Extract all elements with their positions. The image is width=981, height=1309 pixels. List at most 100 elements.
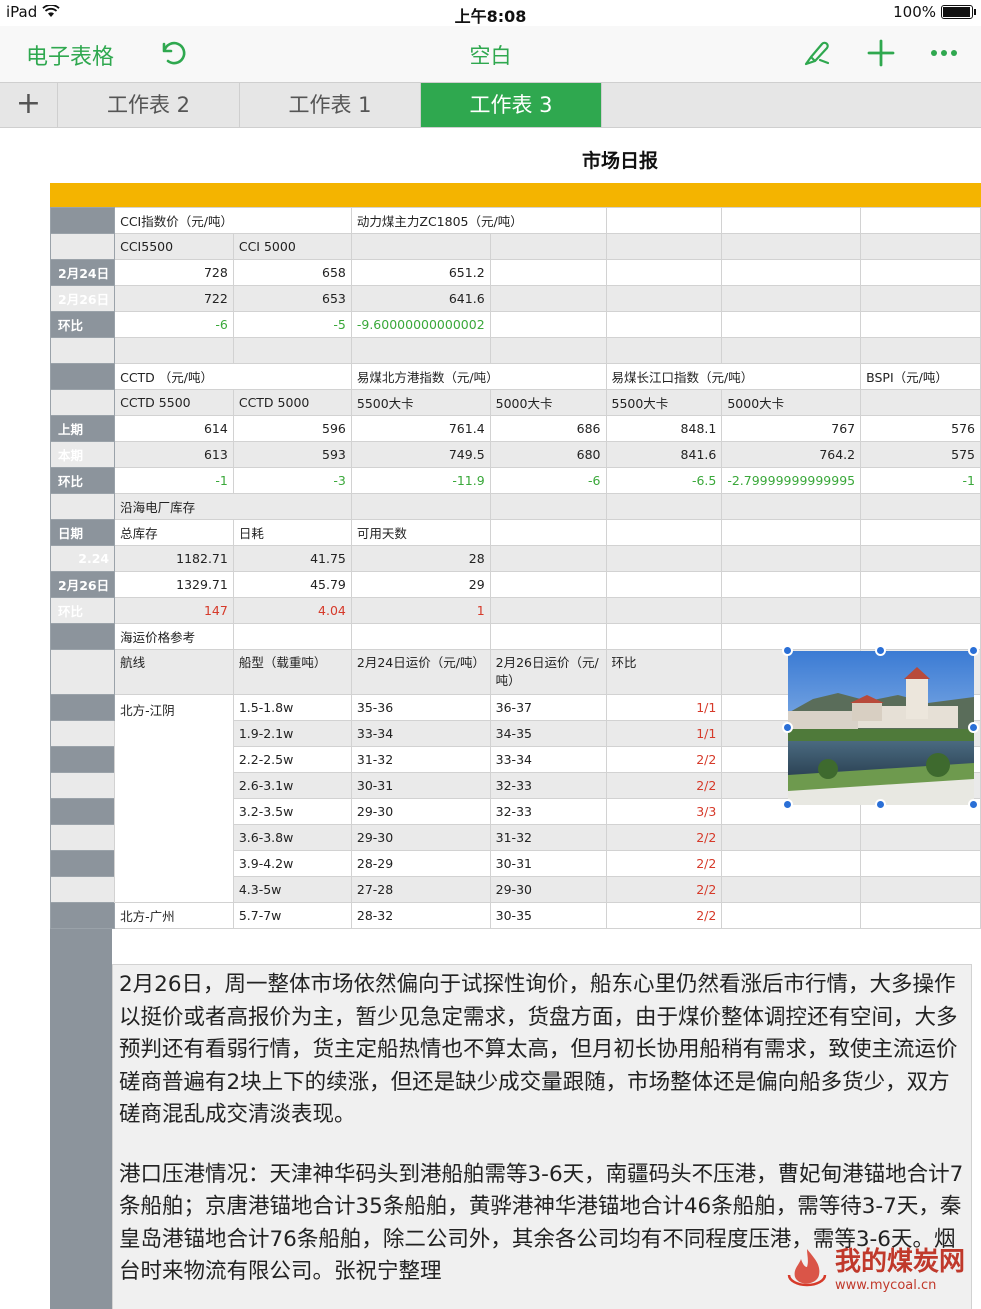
row-header[interactable]	[49, 694, 116, 721]
cell[interactable]: 614	[114, 415, 234, 442]
row-header[interactable]: 环比	[49, 597, 116, 624]
cell[interactable]	[721, 597, 862, 624]
add-sheet-button[interactable]: +	[0, 83, 58, 127]
resize-handle[interactable]	[968, 722, 979, 733]
header-cell[interactable]: 总库存	[114, 519, 234, 546]
row-header[interactable]: 2月26日	[49, 285, 116, 312]
route-cell[interactable]: 北方-广州	[114, 902, 234, 929]
header-row-bar[interactable]	[50, 183, 981, 207]
bspi-title-cell[interactable]: BSPI（元/吨）	[860, 363, 981, 390]
cell[interactable]: 31-32	[489, 824, 607, 851]
cell[interactable]: -5	[232, 311, 352, 338]
tab-sheet-2[interactable]: 工作表 2	[58, 83, 240, 127]
cell[interactable]: 2/2	[605, 876, 723, 903]
cell[interactable]	[860, 259, 981, 286]
cell[interactable]: 29-30	[350, 798, 491, 825]
cell[interactable]	[489, 519, 607, 546]
cell[interactable]	[489, 571, 607, 598]
cell[interactable]	[350, 493, 491, 520]
header-cell[interactable]: 5500大卡	[605, 389, 723, 416]
cell[interactable]: 728	[114, 259, 234, 286]
row-header[interactable]	[49, 772, 116, 799]
header-cell[interactable]: 5000大卡	[489, 389, 607, 416]
cell[interactable]: -6.5	[605, 467, 723, 494]
cell[interactable]: 35-36	[350, 694, 491, 721]
cell[interactable]: 593	[232, 441, 352, 468]
cell[interactable]: 2/2	[605, 850, 723, 877]
row-header[interactable]	[49, 798, 116, 825]
route-cell[interactable]: 北方-江阴	[114, 694, 234, 903]
cell[interactable]	[605, 311, 723, 338]
header-cell[interactable]: 船型（载重吨）	[232, 649, 352, 695]
cell[interactable]: -3	[232, 467, 352, 494]
sheet-canvas[interactable]: 市场日报 CCI指数价（元/吨） 动力煤主力ZC1805（元/吨） CCI550…	[0, 128, 981, 1309]
cell[interactable]: 3.6-3.8w	[232, 824, 352, 851]
cell[interactable]	[721, 571, 862, 598]
cell[interactable]	[605, 545, 723, 572]
cell[interactable]	[721, 233, 862, 260]
cell[interactable]	[860, 389, 981, 416]
cell[interactable]	[350, 233, 491, 260]
cell[interactable]	[114, 337, 234, 364]
cell[interactable]: 1/1	[605, 720, 723, 747]
cctd-title-cell[interactable]: CCTD （元/吨）	[114, 363, 352, 390]
cell[interactable]	[489, 311, 607, 338]
cell[interactable]: 32-33	[489, 772, 607, 799]
cell[interactable]: 27-28	[350, 876, 491, 903]
cell[interactable]	[860, 337, 981, 364]
tab-sheet-1[interactable]: 工作表 1	[240, 83, 421, 127]
cell[interactable]: 30-31	[489, 850, 607, 877]
cell[interactable]: 34-35	[489, 720, 607, 747]
cell[interactable]: 30-35	[489, 902, 607, 929]
cell[interactable]	[605, 519, 723, 546]
cell[interactable]	[605, 285, 723, 312]
cell[interactable]	[605, 571, 723, 598]
cell[interactable]: 3.9-4.2w	[232, 850, 352, 877]
row-header[interactable]: 本期	[49, 441, 116, 468]
cell[interactable]: 4.3-5w	[232, 876, 352, 903]
cell[interactable]: 613	[114, 441, 234, 468]
cell[interactable]	[721, 337, 862, 364]
header-cell[interactable]: CCI5500	[114, 233, 234, 260]
cell[interactable]: 28-32	[350, 902, 491, 929]
cell[interactable]	[489, 233, 607, 260]
cell[interactable]	[721, 259, 862, 286]
cell[interactable]: 28-29	[350, 850, 491, 877]
cell[interactable]	[721, 207, 862, 234]
cell[interactable]: 841.6	[605, 441, 723, 468]
cell[interactable]: 2.2-2.5w	[232, 746, 352, 773]
cell[interactable]	[605, 623, 723, 650]
cell[interactable]: -6	[489, 467, 607, 494]
cell[interactable]: 29	[350, 571, 491, 598]
cell[interactable]: 147	[114, 597, 234, 624]
cell[interactable]	[860, 545, 981, 572]
header-cell[interactable]: 日耗	[232, 519, 352, 546]
cell[interactable]: -1	[114, 467, 234, 494]
cell[interactable]: 31-32	[350, 746, 491, 773]
resize-handle[interactable]	[782, 799, 793, 810]
row-header[interactable]: 2月24日	[49, 259, 116, 286]
data-table[interactable]: CCI指数价（元/吨） 动力煤主力ZC1805（元/吨） CCI5500 CCI…	[49, 207, 981, 929]
cell[interactable]	[489, 285, 607, 312]
cell[interactable]	[489, 493, 607, 520]
header-cell[interactable]: 2月24日运价（元/吨）	[350, 649, 491, 695]
freight-title-cell[interactable]: 海运价格参考	[114, 623, 234, 650]
cell[interactable]	[721, 902, 862, 929]
cell[interactable]	[605, 597, 723, 624]
cell[interactable]: -2.79999999999995	[721, 467, 862, 494]
cell[interactable]: -9.60000000000002	[350, 311, 491, 338]
sheet-title[interactable]: 市场日报	[0, 146, 981, 173]
cell[interactable]	[860, 233, 981, 260]
cell[interactable]	[721, 285, 862, 312]
tab-sheet-3[interactable]: 工作表 3	[421, 83, 602, 127]
cell[interactable]	[605, 259, 723, 286]
cell[interactable]: 32-33	[489, 798, 607, 825]
cell[interactable]	[605, 207, 723, 234]
resize-handle[interactable]	[968, 799, 979, 810]
resize-handle[interactable]	[782, 645, 793, 656]
row-header[interactable]: 2月26日	[49, 571, 116, 598]
cell[interactable]: 2/2	[605, 824, 723, 851]
cell[interactable]: 3.2-3.5w	[232, 798, 352, 825]
format-brush-icon[interactable]	[800, 36, 834, 70]
cell[interactable]: 28	[350, 545, 491, 572]
